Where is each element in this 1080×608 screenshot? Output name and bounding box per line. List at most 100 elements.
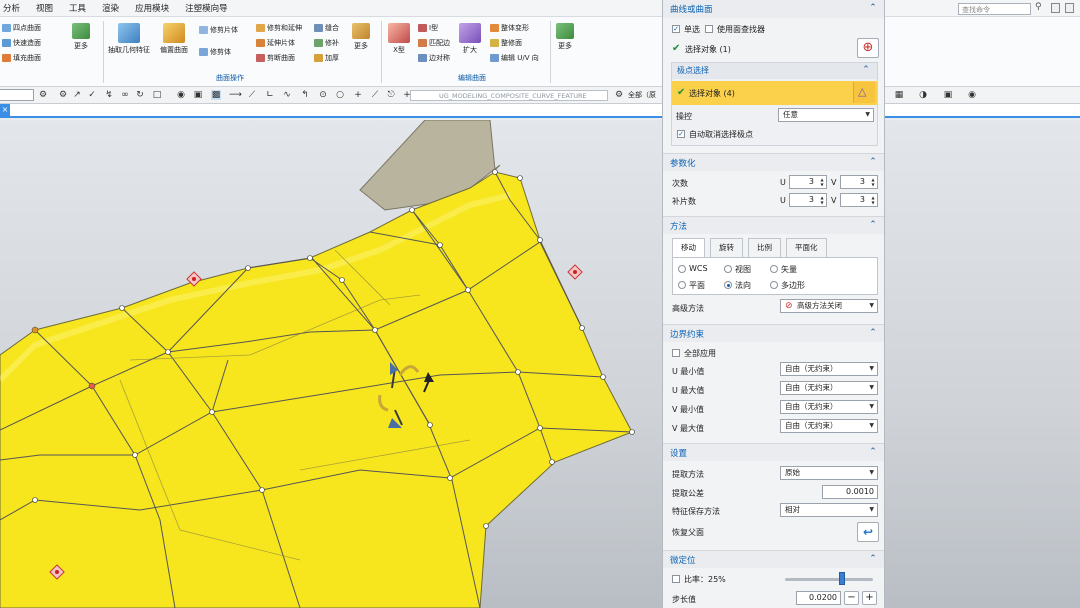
patch-u-input[interactable]: 3 ▲ ▼ xyxy=(789,193,827,207)
single-select-checkbox[interactable]: ✓ xyxy=(672,25,680,33)
tolerance-input[interactable]: 0.0010 xyxy=(822,485,878,499)
ratio-slider-thumb[interactable] xyxy=(839,572,846,585)
view-icon[interactable]: ◉ xyxy=(176,90,186,100)
type-filter-dropdown[interactable] xyxy=(0,89,34,101)
thicken-button[interactable]: 加厚 xyxy=(314,53,339,63)
more-button-1[interactable]: 更多 xyxy=(72,23,90,51)
v-min-dropdown[interactable]: 自由（无约束） ▼ xyxy=(780,400,878,414)
degree-u-input[interactable]: 3 ▲ ▼ xyxy=(789,175,827,189)
tab-planarize[interactable]: 平面化 xyxy=(786,238,827,257)
circle-icon[interactable]: ○ xyxy=(335,90,345,100)
spline-icon[interactable]: ∿ xyxy=(282,90,292,100)
layer-icon[interactable]: ◉ xyxy=(967,90,977,100)
feature-save-dropdown[interactable]: 相对 ▼ xyxy=(780,503,878,517)
edge-symmetry-button[interactable]: 边对称 xyxy=(418,53,450,63)
auto-cancel-checkbox[interactable]: ✓ xyxy=(677,130,685,138)
ratio-checkbox[interactable] xyxy=(672,575,680,583)
render-icon[interactable]: ◑ xyxy=(918,90,928,100)
diagonal-icon[interactable]: ⟋ xyxy=(370,90,380,100)
chevron-up-icon[interactable]: ⌃ xyxy=(861,66,871,76)
polyline-icon[interactable]: ∟ xyxy=(265,90,275,100)
ribbon-fill-surface[interactable]: 填充曲面 xyxy=(2,53,41,63)
tab-scale[interactable]: 比例 xyxy=(748,238,781,257)
plus-icon[interactable]: + xyxy=(353,90,363,100)
i-form-button[interactable]: I型 xyxy=(418,23,438,33)
trim-sheet-button[interactable]: 修剪片体 xyxy=(199,25,238,35)
select-object-1[interactable]: 选择对象 (1) xyxy=(685,44,731,55)
graphics-viewport-right[interactable] xyxy=(885,120,1080,608)
graphics-viewport[interactable] xyxy=(0,119,662,608)
pole-select-button[interactable]: △ xyxy=(853,82,875,103)
radio-polygon[interactable] xyxy=(770,281,778,289)
command-search-input[interactable]: 查找命令 xyxy=(958,3,1031,15)
chevron-up-icon[interactable]: ⌃ xyxy=(868,221,878,231)
spinner-icon[interactable]: ▲ ▼ xyxy=(819,195,825,205)
window-icon[interactable] xyxy=(1051,3,1060,13)
chevron-up-icon[interactable]: ⌃ xyxy=(868,4,878,14)
pole-select-header[interactable]: 极点选择 ⌃ xyxy=(672,63,877,79)
spinner-icon[interactable]: ▲ ▼ xyxy=(819,177,825,187)
manip-dropdown[interactable]: 任意 ▼ xyxy=(778,108,874,122)
step-decrease-button[interactable]: − xyxy=(844,591,859,605)
edit-uv-button[interactable]: 编辑 U/V 向 xyxy=(490,53,539,63)
u-max-dropdown[interactable]: 自由（无约束） ▼ xyxy=(780,381,878,395)
filter-all-icon[interactable]: ⚙ xyxy=(614,90,624,100)
radio-plane[interactable] xyxy=(678,281,686,289)
extract-method-dropdown[interactable]: 原始 ▼ xyxy=(780,466,878,480)
circle-center-icon[interactable]: ⊙ xyxy=(318,90,328,100)
v-max-dropdown[interactable]: 自由（无约束） ▼ xyxy=(780,419,878,433)
selected-pole[interactable] xyxy=(88,382,96,390)
extend-sheet-button[interactable]: 延伸片体 xyxy=(256,38,295,48)
menu-view[interactable]: 视图 xyxy=(28,2,61,14)
cube-view-icon[interactable]: ▣ xyxy=(943,90,953,100)
selection-scope[interactable]: 全部（原 xyxy=(628,90,661,100)
ribbon-quick-surface[interactable]: 快速造面 xyxy=(2,38,41,48)
spinner-icon[interactable]: ▲ ▼ xyxy=(870,177,876,187)
settings-icon[interactable]: ⚙ xyxy=(38,90,48,100)
radio-vector[interactable] xyxy=(770,265,778,273)
section-header-boundary[interactable]: 边界约束 ⌃ xyxy=(663,324,884,342)
restore-parent-button[interactable]: ↩ xyxy=(857,522,879,542)
menu-applications[interactable]: 应用模块 xyxy=(127,2,177,14)
section-header-curve-surface[interactable]: 曲线或曲面 ⌃ xyxy=(663,0,884,18)
close-icon[interactable]: × xyxy=(0,104,10,116)
crosshair-select-button[interactable]: ⊕ xyxy=(857,38,879,58)
restore-icon[interactable] xyxy=(1065,3,1074,13)
section-header-method[interactable]: 方法 ⌃ xyxy=(663,216,884,234)
advanced-method-dropdown[interactable]: ⊘ 高级方法关闭 ▼ xyxy=(780,299,878,313)
radio-view[interactable] xyxy=(724,265,732,273)
menu-analysis[interactable]: 分析 xyxy=(0,2,28,14)
line-icon[interactable]: ⟶ xyxy=(229,90,242,100)
patch-button[interactable]: 修补 xyxy=(314,38,339,48)
rect-select-icon[interactable]: □ xyxy=(152,90,162,100)
offset-surface-button[interactable]: 偏置曲面 xyxy=(160,23,188,55)
more-button-3[interactable]: 更多 xyxy=(556,23,574,51)
surface-model[interactable] xyxy=(0,119,662,608)
section-header-settings[interactable]: 设置 ⌃ xyxy=(663,443,884,461)
u-min-dropdown[interactable]: 自由（无约束） ▼ xyxy=(780,362,878,376)
sew-button[interactable]: 缝合 xyxy=(314,23,339,33)
selected-pole[interactable] xyxy=(31,326,39,334)
cube-icon[interactable]: ▣ xyxy=(193,90,203,100)
trim-icon[interactable]: ↰ xyxy=(300,90,310,100)
degree-v-input[interactable]: 3 ▲ ▼ xyxy=(840,175,878,189)
trim-body-button[interactable]: 修剪体 xyxy=(199,47,231,57)
match-edge-button[interactable]: 匹配边 xyxy=(418,38,450,48)
divide-face-button[interactable]: 剪断曲面 xyxy=(256,53,295,63)
point-icon[interactable]: ⎋ xyxy=(386,90,396,100)
step-input[interactable]: 0.0200 xyxy=(796,591,841,605)
menu-render[interactable]: 渲染 xyxy=(94,2,127,14)
extract-geometry-button[interactable]: 抽取几何特征 xyxy=(108,23,150,55)
step-increase-button[interactable]: + xyxy=(862,591,877,605)
face-finder-checkbox[interactable] xyxy=(705,25,713,33)
tab-move[interactable]: 移动 xyxy=(672,238,705,258)
snap-icon[interactable]: ↯ xyxy=(104,90,114,100)
select-object-4-row[interactable]: ✔ 选择对象 (4) △ xyxy=(672,81,877,105)
patch-v-input[interactable]: 3 ▲ ▼ xyxy=(840,193,878,207)
chevron-up-icon[interactable]: ⌃ xyxy=(868,158,878,168)
x-form-button[interactable]: X型 xyxy=(388,23,410,55)
section-header-param[interactable]: 参数化 ⌃ xyxy=(663,153,884,171)
tab-rotate[interactable]: 旋转 xyxy=(710,238,743,257)
spinner-icon[interactable]: ▲ ▼ xyxy=(870,195,876,205)
search-icon[interactable]: ⚲ xyxy=(1035,2,1046,14)
